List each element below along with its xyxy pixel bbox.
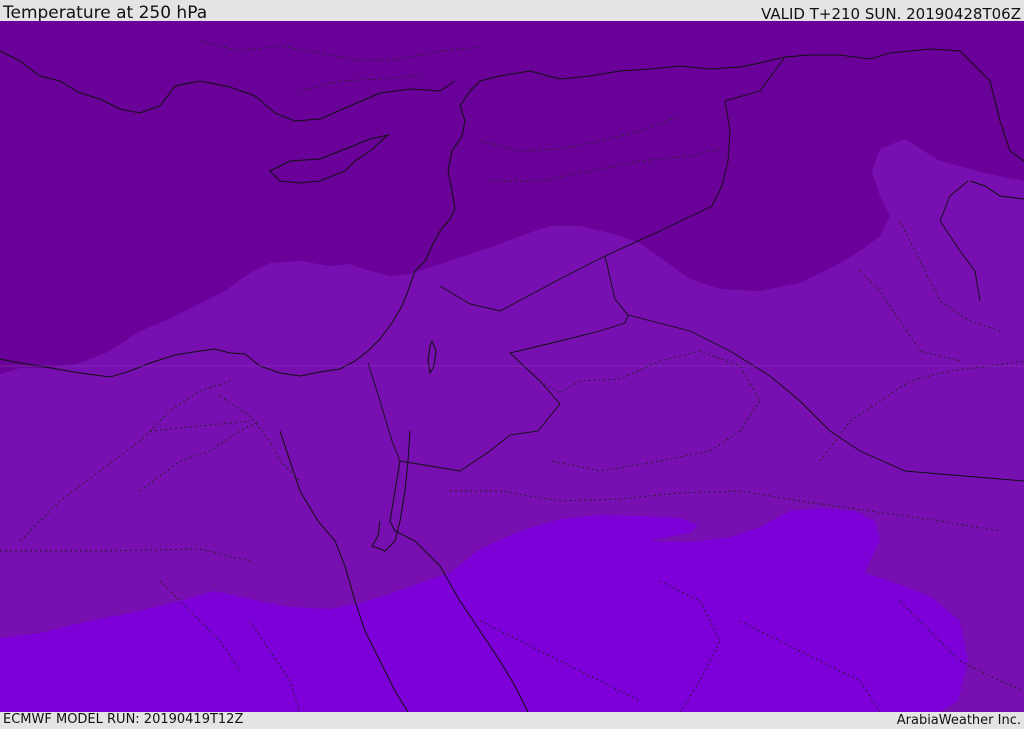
footer-bar: ECMWF MODEL RUN: 20190419T12Z ArabiaWeat…: [0, 712, 1024, 729]
model-run-label: ECMWF MODEL RUN: 20190419T12Z: [3, 712, 244, 727]
map-title: Temperature at 250 hPa: [3, 3, 208, 23]
credit-label: ArabiaWeather Inc.: [896, 713, 1021, 728]
header-bar: Temperature at 250 hPa VALID T+210 SUN. …: [0, 0, 1024, 23]
map-viewer: Temperature at 250 hPa VALID T+210 SUN. …: [0, 0, 1024, 729]
temperature-map[interactable]: [0, 21, 1024, 712]
